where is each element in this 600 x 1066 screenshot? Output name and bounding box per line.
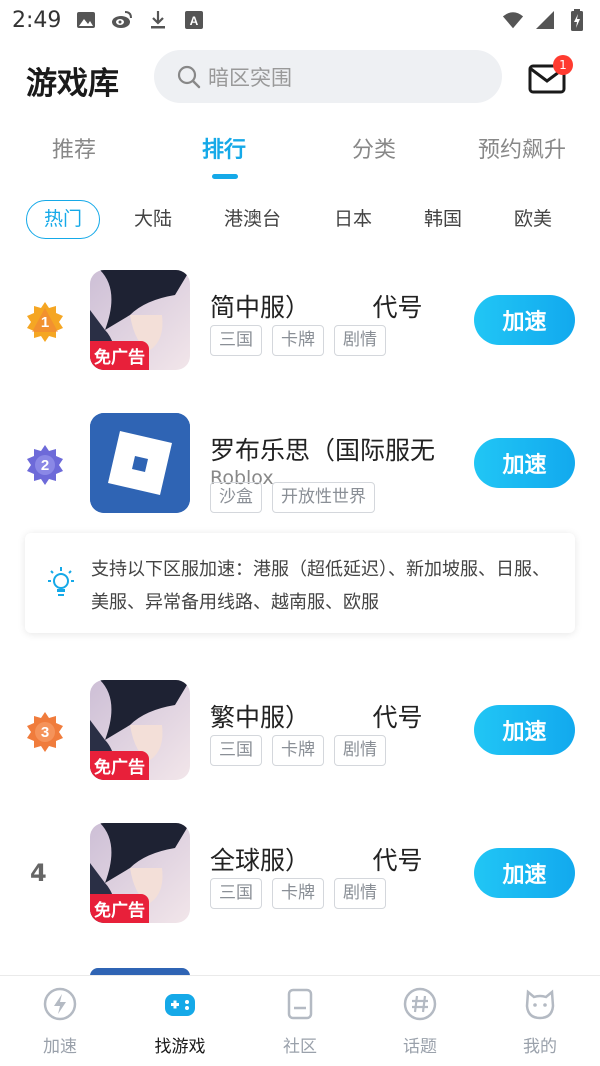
nav-item-mine[interactable]: 我的 bbox=[495, 986, 585, 1057]
rank-3-text: 3 bbox=[41, 724, 49, 741]
game-tag: 三国 bbox=[210, 325, 262, 356]
tab-ranking[interactable]: 排行 bbox=[202, 132, 246, 164]
game-name: 繁中服） 代号 bbox=[210, 703, 423, 732]
speed-up-button[interactable]: 加速 bbox=[474, 705, 575, 755]
page-title: 游戏库 bbox=[26, 66, 119, 102]
region-korea[interactable]: 韩国 bbox=[424, 200, 462, 239]
game-tag: 剧情 bbox=[334, 325, 386, 356]
search-icon bbox=[177, 65, 201, 88]
nav-label: 我的 bbox=[523, 1037, 557, 1057]
status-bar: 2:49 A bbox=[0, 0, 600, 40]
tab-reservation[interactable]: 预约飙升 bbox=[478, 132, 566, 164]
game-tag: 沙盒 bbox=[210, 482, 262, 513]
game-tags: 沙盒 开放性世界 bbox=[210, 482, 375, 513]
nav-item-find-games[interactable]: 找游戏 bbox=[135, 986, 225, 1057]
game-tag: 卡牌 bbox=[272, 325, 324, 356]
game-name: 全球服） 代号 bbox=[210, 846, 423, 875]
speed-up-button[interactable]: 加速 bbox=[474, 295, 575, 345]
battery-icon bbox=[566, 9, 588, 31]
svg-text:A: A bbox=[190, 14, 199, 28]
game-tags: 三国 卡牌 剧情 bbox=[210, 325, 386, 356]
game-row[interactable]: 4 免广告 全球服） 代号 三国 卡牌 剧情 加速 bbox=[0, 823, 600, 933]
nav-label: 加速 bbox=[43, 1037, 77, 1057]
rank-number: 4 bbox=[30, 859, 47, 887]
game-tag: 三国 bbox=[210, 735, 262, 766]
game-icon: 免广告 bbox=[90, 680, 190, 780]
rank-3-medal-icon: 3 bbox=[27, 712, 63, 752]
a-icon: A bbox=[183, 9, 205, 31]
tab-recommend[interactable]: 推荐 bbox=[52, 132, 96, 164]
download-icon bbox=[147, 9, 169, 31]
nav-label: 社区 bbox=[283, 1037, 317, 1057]
nav-item-community[interactable]: 社区 bbox=[255, 986, 345, 1057]
game-tag: 剧情 bbox=[334, 735, 386, 766]
header: 游戏库 暗区突围 bbox=[0, 48, 600, 108]
region-hk-mo-tw[interactable]: 港澳台 bbox=[224, 200, 281, 239]
status-system-icons bbox=[502, 9, 588, 31]
tab-category[interactable]: 分类 bbox=[352, 132, 396, 164]
mail-badge: 1 bbox=[553, 55, 573, 75]
game-icon: 免广告 bbox=[90, 823, 190, 923]
roblox-logo-icon bbox=[90, 413, 190, 513]
rank-2-text: 2 bbox=[41, 457, 49, 474]
region-hot[interactable]: 热门 bbox=[26, 200, 100, 239]
rank-1-text: 1 bbox=[41, 314, 49, 331]
ad-free-badge: 免广告 bbox=[90, 341, 149, 370]
region-filter: 热门 大陆 港澳台 日本 韩国 欧美 bbox=[0, 200, 600, 240]
game-row[interactable]: 1 免广告 简中服） 代号 三国 卡牌 剧情 加速 bbox=[0, 270, 600, 380]
nav-item-speed[interactable]: 加速 bbox=[15, 986, 105, 1057]
game-icon: 免广告 bbox=[90, 270, 190, 370]
game-row[interactable]: 2 罗布乐思（国际服无 Roblox 沙盒 开放性世界 加速 bbox=[0, 413, 600, 523]
main-tabs: 推荐 排行 分类 预约飙升 bbox=[0, 128, 600, 188]
hashtag-icon bbox=[403, 987, 437, 1021]
cat-face-icon bbox=[525, 989, 555, 1020]
nav-label: 话题 bbox=[403, 1037, 437, 1057]
search-input[interactable]: 暗区突围 bbox=[154, 50, 502, 103]
ad-free-badge: 免广告 bbox=[90, 751, 149, 780]
lightning-icon bbox=[43, 987, 77, 1021]
signal-icon bbox=[534, 9, 556, 31]
weibo-icon bbox=[111, 9, 133, 31]
search-placeholder: 暗区突围 bbox=[208, 65, 292, 90]
wifi-icon bbox=[502, 9, 524, 31]
game-tags: 三国 卡牌 剧情 bbox=[210, 735, 386, 766]
server-notice-card: 支持以下区服加速：港服（超低延迟）、新加坡服、日服、美服、异常备用线路、越南服、… bbox=[25, 533, 575, 633]
nav-label: 找游戏 bbox=[154, 1037, 206, 1057]
lightbulb-icon bbox=[48, 567, 74, 596]
image-icon bbox=[75, 9, 97, 31]
game-tag: 三国 bbox=[210, 878, 262, 909]
game-icon bbox=[90, 413, 190, 513]
status-time: 2:49 bbox=[12, 7, 62, 33]
tab-indicator bbox=[212, 174, 238, 179]
notice-text: 支持以下区服加速：港服（超低延迟）、新加坡服、日服、美服、异常备用线路、越南服、… bbox=[91, 559, 550, 613]
speed-up-button[interactable]: 加速 bbox=[474, 438, 575, 488]
nav-item-topics[interactable]: 话题 bbox=[375, 986, 465, 1057]
region-europe-america[interactable]: 欧美 bbox=[514, 200, 552, 239]
rank-1-medal-icon: 1 bbox=[27, 302, 63, 342]
document-icon bbox=[287, 988, 313, 1020]
game-name: 简中服） 代号 bbox=[210, 293, 423, 322]
game-tag: 开放性世界 bbox=[272, 482, 375, 513]
status-notification-icons: A bbox=[75, 9, 205, 31]
bottom-nav: 加速 找游戏 社区 话题 我的 bbox=[0, 975, 600, 1066]
region-mainland[interactable]: 大陆 bbox=[134, 200, 172, 239]
region-japan[interactable]: 日本 bbox=[334, 200, 372, 239]
rank-2-medal-icon: 2 bbox=[27, 445, 63, 485]
game-tags: 三国 卡牌 剧情 bbox=[210, 878, 386, 909]
speed-up-button[interactable]: 加速 bbox=[474, 848, 575, 898]
gamepad-icon bbox=[165, 994, 195, 1016]
ad-free-badge: 免广告 bbox=[90, 894, 149, 923]
game-tag: 卡牌 bbox=[272, 735, 324, 766]
game-tag: 卡牌 bbox=[272, 878, 324, 909]
game-row[interactable]: 3 免广告 繁中服） 代号 三国 卡牌 剧情 加速 bbox=[0, 680, 600, 790]
game-name: 罗布乐思（国际服无 bbox=[210, 436, 436, 465]
game-tag: 剧情 bbox=[334, 878, 386, 909]
